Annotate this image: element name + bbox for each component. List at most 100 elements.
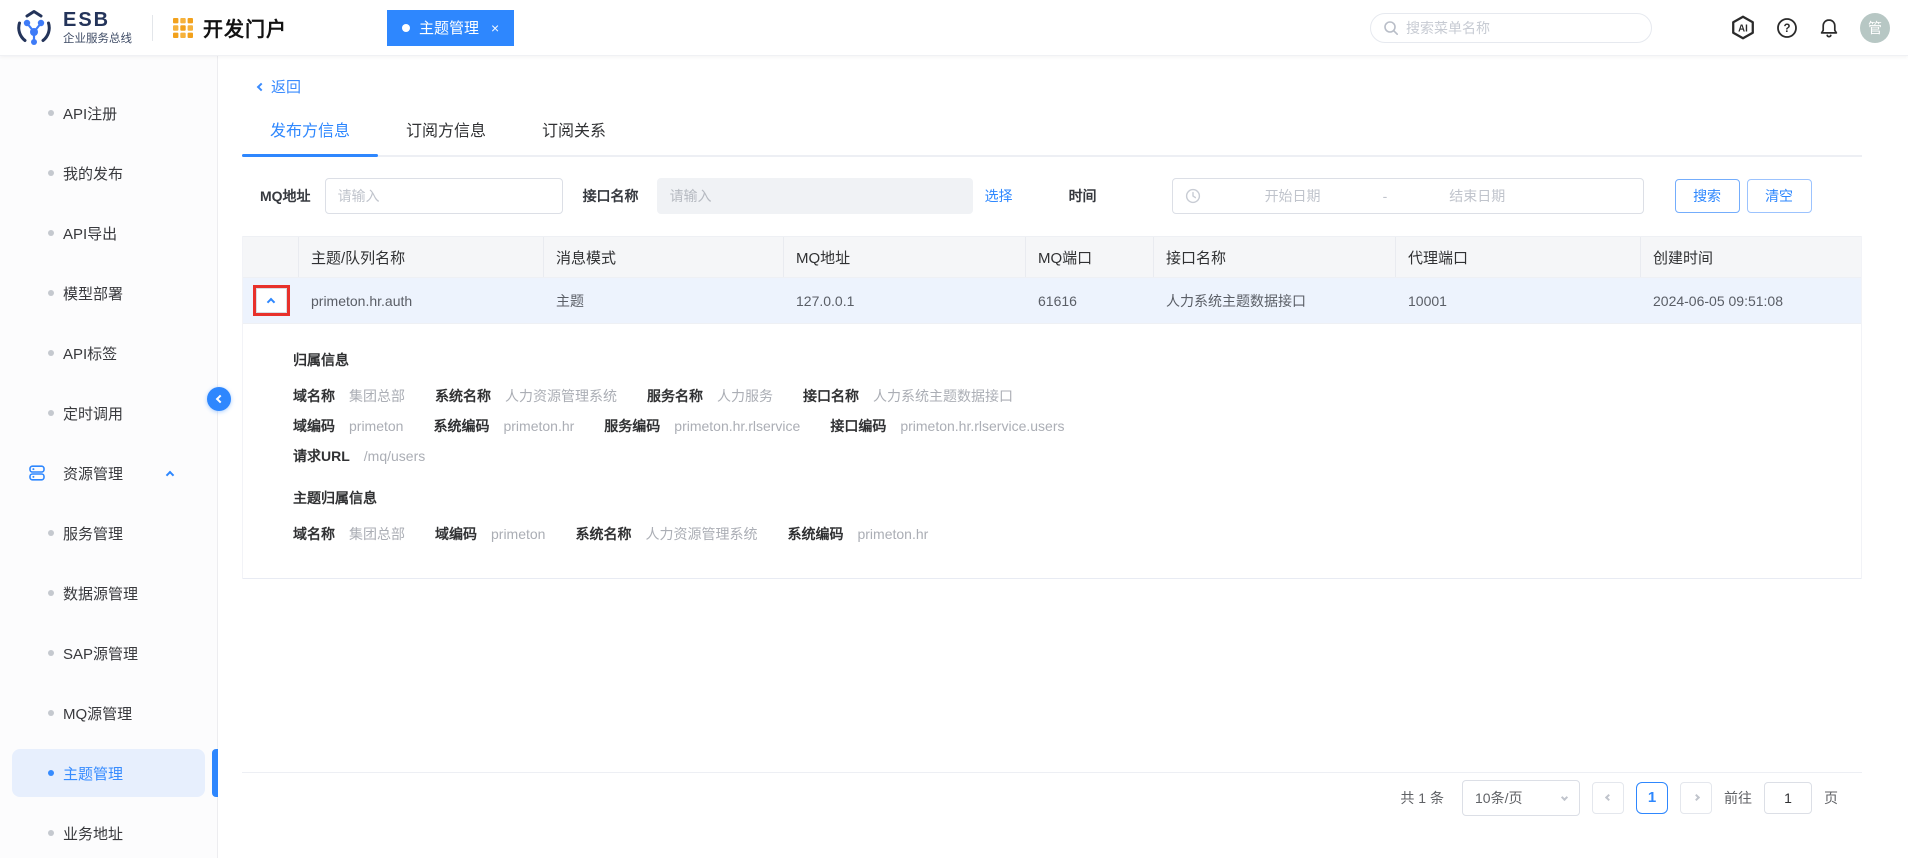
date-range-picker[interactable]: -: [1172, 178, 1644, 214]
global-search-input[interactable]: [1406, 20, 1639, 36]
select-link[interactable]: 选择: [985, 186, 1013, 206]
field-value: primeton: [349, 418, 403, 434]
field-label: 接口编码: [830, 416, 886, 436]
page-number-button[interactable]: 1: [1636, 782, 1668, 814]
sidebar-item-my-publish[interactable]: 我的发布: [12, 149, 205, 197]
field-value: 人力资源管理系统: [645, 524, 757, 544]
next-page-button[interactable]: [1680, 782, 1712, 814]
sidebar-item-scheduled-call[interactable]: 定时调用: [12, 389, 205, 437]
collapse-row-button[interactable]: [256, 288, 287, 313]
user-avatar[interactable]: 管: [1860, 13, 1890, 43]
field-label: 系统名称: [575, 524, 631, 544]
sidebar-item-service-management[interactable]: 服务管理: [12, 509, 205, 557]
sidebar-item-topic-management[interactable]: 主题管理: [12, 749, 205, 797]
tab-publisher-info[interactable]: 发布方信息: [242, 113, 378, 155]
field-value: primeton.hr.rlservice: [674, 418, 800, 434]
chevron-left-icon: [1604, 794, 1611, 801]
sidebar-item-label: 业务地址: [63, 823, 123, 844]
open-tab-label: 主题管理: [419, 17, 479, 38]
cell-topic-queue-name: primeton.hr.auth: [299, 293, 544, 309]
header-mq-port: MQ端口: [1026, 237, 1154, 277]
field-value: 集团总部: [349, 524, 405, 544]
start-date-input[interactable]: [1209, 188, 1377, 204]
portal-title: 开发门户: [203, 13, 287, 42]
svg-text:?: ?: [1783, 23, 1790, 35]
grid-icon: [173, 18, 193, 38]
back-label: 返回: [271, 76, 301, 97]
help-icon[interactable]: ?: [1776, 17, 1798, 39]
back-link[interactable]: 返回: [258, 76, 301, 97]
tab-close-icon[interactable]: ×: [491, 20, 499, 36]
attribution-info-title: 归属信息: [293, 350, 1861, 370]
clear-button[interactable]: 清空: [1747, 179, 1812, 213]
sidebar-group-label: 资源管理: [63, 463, 123, 484]
sidebar-item-datasource-management[interactable]: 数据源管理: [12, 569, 205, 617]
expanded-row-detail: 归属信息 域名称集团总部 系统名称人力资源管理系统 服务名称人力服务 接口名称人…: [243, 324, 1861, 579]
svg-text:AI: AI: [1738, 23, 1748, 34]
sidebar-item-api-tags[interactable]: API标签: [12, 329, 205, 377]
field-label: 服务编码: [604, 416, 660, 436]
chevron-down-icon: [1561, 794, 1568, 801]
bullet-icon: [48, 290, 54, 296]
main-content: 返回 发布方信息 订阅方信息 订阅关系 MQ地址 接口名称 选择 时间 - 搜索…: [218, 56, 1908, 858]
annotation-highlight-box: [253, 285, 290, 316]
sidebar-item-label: 定时调用: [63, 403, 123, 424]
sidebar-collapse-button[interactable]: [207, 387, 231, 411]
detail-row: 域编码primeton 系统编码primeton.hr 服务编码primeton…: [293, 416, 1861, 436]
interface-name-input[interactable]: [657, 178, 973, 214]
cell-proxy-port: 10001: [1396, 293, 1641, 309]
field-value: primeton.hr: [503, 418, 574, 434]
detail-row: 请求URL/mq/users: [293, 446, 1861, 466]
global-search[interactable]: [1370, 13, 1652, 43]
esb-logo-icon: [14, 8, 54, 48]
sidebar-item-model-deploy[interactable]: 模型部署: [12, 269, 205, 317]
tab-active-dot-icon: [402, 24, 410, 32]
field-label: 域名称: [293, 524, 335, 544]
sidebar-item-business-address[interactable]: 业务地址: [12, 809, 205, 857]
tab-subscription-relation[interactable]: 订阅关系: [514, 113, 634, 155]
logo-subtitle: 企业服务总线: [63, 33, 132, 45]
goto-page-input[interactable]: [1764, 782, 1812, 814]
interface-name-label: 接口名称: [583, 186, 639, 206]
cell-mq-address: 127.0.0.1: [784, 293, 1026, 309]
time-label: 时间: [1069, 186, 1097, 206]
sidebar-item-api-register[interactable]: API注册: [12, 89, 205, 137]
topic-attribution-info-title: 主题归属信息: [293, 488, 1861, 508]
page-size-select[interactable]: 10条/页: [1462, 780, 1580, 816]
field-label: 服务名称: [647, 386, 703, 406]
table-header-row: 主题/队列名称 消息模式 MQ地址 MQ端口 接口名称 代理端口 创建时间: [243, 236, 1861, 278]
field-label: 域名称: [293, 386, 335, 406]
prev-page-button[interactable]: [1592, 782, 1624, 814]
sidebar-item-sap-source-management[interactable]: SAP源管理: [12, 629, 205, 677]
bullet-icon: [48, 650, 54, 656]
sidebar: API注册 我的发布 API导出 模型部署 API标签 定时调用 资源管理: [0, 56, 218, 858]
sidebar-item-label: 我的发布: [63, 163, 123, 184]
end-date-input[interactable]: [1393, 188, 1561, 204]
ai-assistant-icon[interactable]: AI: [1730, 15, 1756, 40]
sidebar-item-label: 主题管理: [63, 763, 123, 784]
tab-subscriber-info[interactable]: 订阅方信息: [378, 113, 514, 155]
bell-icon[interactable]: [1818, 17, 1840, 39]
page-unit-label: 页: [1824, 788, 1838, 808]
mq-address-input[interactable]: [325, 178, 563, 214]
cell-message-mode: 主题: [544, 291, 784, 311]
field-value: primeton.hr.rlservice.users: [900, 418, 1064, 434]
chevron-up-icon: [167, 465, 173, 482]
open-tab-topic-management[interactable]: 主题管理 ×: [387, 10, 514, 46]
sidebar-item-label: API注册: [63, 103, 117, 124]
logo-title: ESB: [63, 10, 132, 31]
field-label: 系统编码: [787, 524, 843, 544]
top-bar: ESB 企业服务总线 开发门户 主题管理 ×: [0, 0, 1908, 56]
sidebar-group-resource-management[interactable]: 资源管理: [12, 449, 205, 497]
sidebar-item-label: API标签: [63, 343, 117, 364]
pagination-bar: 共 1 条 10条/页 1 前往 页: [242, 772, 1862, 822]
field-label: 域编码: [435, 524, 477, 544]
sidebar-item-label: SAP源管理: [63, 643, 138, 664]
chevron-up-icon: [267, 298, 275, 306]
cell-mq-port: 61616: [1026, 293, 1154, 309]
sidebar-item-api-export[interactable]: API导出: [12, 209, 205, 257]
field-value: 人力资源管理系统: [505, 386, 617, 406]
sidebar-item-mq-source-management[interactable]: MQ源管理: [12, 689, 205, 737]
search-button[interactable]: 搜索: [1675, 179, 1740, 213]
detail-row: 域名称集团总部 系统名称人力资源管理系统 服务名称人力服务 接口名称人力系统主题…: [293, 386, 1861, 406]
